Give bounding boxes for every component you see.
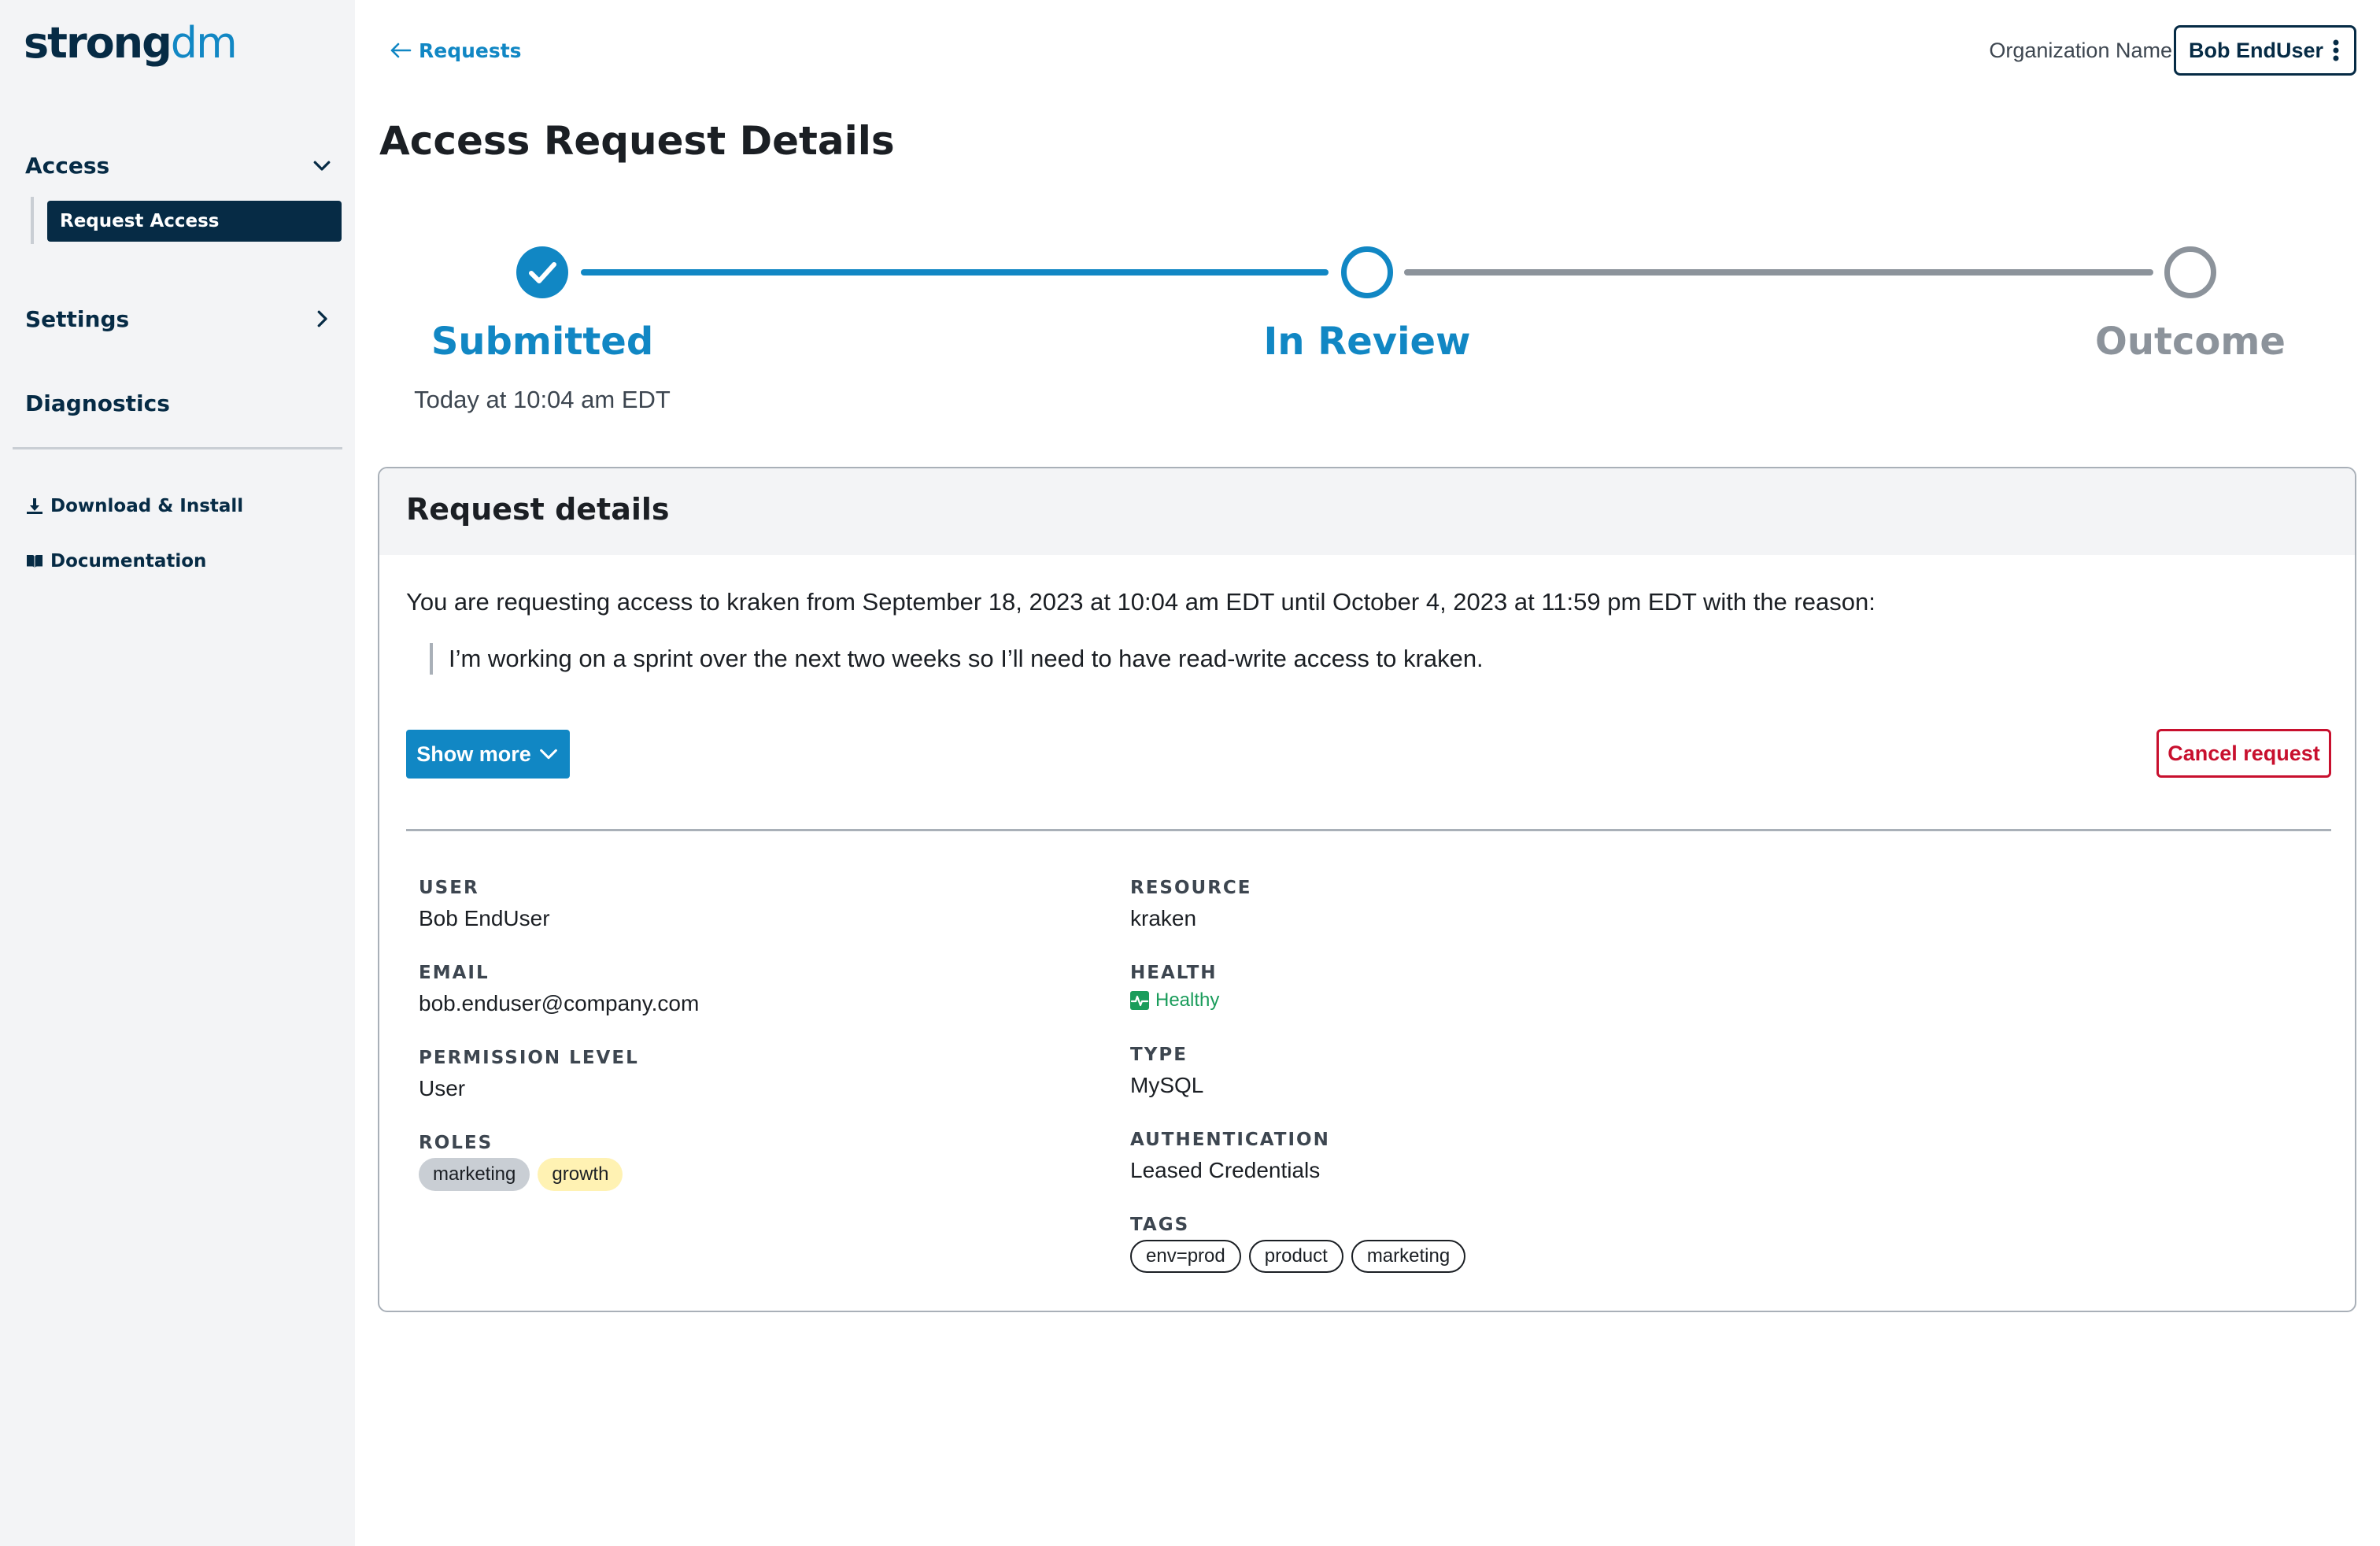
card-title: Request details xyxy=(406,492,670,527)
roles-label: ROLES xyxy=(419,1133,493,1153)
user-name: Bob EndUser xyxy=(2189,38,2324,62)
download-icon xyxy=(27,498,42,514)
back-link-label: Requests xyxy=(419,39,522,62)
card-header: Request details xyxy=(379,468,2355,555)
user-label: USER xyxy=(419,878,479,898)
chevron-down-icon xyxy=(539,749,557,760)
sidebar-item-diagnostics-label: Diagnostics xyxy=(25,390,170,416)
step-pending-icon xyxy=(2164,246,2216,298)
chevron-down-icon xyxy=(313,161,331,171)
tag-pill: product xyxy=(1248,1240,1343,1273)
stepper-line-complete xyxy=(581,269,1329,276)
chevron-right-icon xyxy=(317,310,327,327)
step-label-in-review: In Review xyxy=(1263,320,1471,364)
tag-pill: marketing xyxy=(1351,1240,1466,1273)
step-submitted-time: Today at 10:04 am EDT xyxy=(414,386,671,413)
sidebar-divider xyxy=(13,447,342,449)
tags-label: TAGS xyxy=(1130,1215,1190,1235)
book-icon xyxy=(27,555,42,568)
health-status: Healthy xyxy=(1130,989,1219,1012)
arrow-left-icon xyxy=(390,43,412,58)
health-label: HEALTH xyxy=(1130,963,1218,983)
request-details-card: Request details You are requesting acces… xyxy=(378,467,2356,1312)
sidebar: strongdm Access Request Access Settings … xyxy=(0,0,355,1546)
health-value: Healthy xyxy=(1155,989,1220,1011)
step-current-icon xyxy=(1341,246,1393,298)
roles-list: marketing growth xyxy=(419,1158,630,1191)
request-reason: I’m working on a sprint over the next tw… xyxy=(430,643,1484,675)
type-label: TYPE xyxy=(1130,1045,1188,1065)
permission-level-label: PERMISSION LEVEL xyxy=(419,1048,639,1068)
step-label-outcome: Outcome xyxy=(2095,320,2286,364)
resource-value: kraken xyxy=(1130,906,1197,930)
health-pulse-icon xyxy=(1130,991,1149,1010)
resource-label: RESOURCE xyxy=(1130,878,1252,898)
step-complete-icon xyxy=(516,246,568,298)
email-label: EMAIL xyxy=(419,963,490,983)
card-divider xyxy=(406,829,2331,831)
documentation-label: Documentation xyxy=(50,551,207,571)
permission-level-value: User xyxy=(419,1076,466,1100)
tag-pill: env=prod xyxy=(1130,1240,1241,1273)
subnav-indicator xyxy=(31,197,34,244)
sidebar-item-settings-label: Settings xyxy=(25,305,130,332)
step-label-submitted: Submitted xyxy=(431,320,654,364)
role-pill: marketing xyxy=(419,1158,530,1191)
download-install-link[interactable]: Download & Install xyxy=(25,490,243,522)
cancel-request-button[interactable]: Cancel request xyxy=(2156,729,2331,778)
authentication-value: Leased Credentials xyxy=(1130,1158,1321,1182)
sidebar-item-diagnostics[interactable]: Diagnostics xyxy=(25,381,334,425)
request-summary: You are requesting access to kraken from… xyxy=(406,588,1876,616)
page-title: Access Request Details xyxy=(379,118,895,164)
sidebar-item-access[interactable]: Access xyxy=(25,143,334,187)
organization-name: Organization Name xyxy=(1989,39,2172,62)
download-install-label: Download & Install xyxy=(50,496,244,516)
show-more-label: Show more xyxy=(416,742,531,766)
sidebar-item-request-access[interactable]: Request Access xyxy=(47,201,342,242)
strongdm-logo[interactable]: strongdm xyxy=(24,17,238,69)
more-vertical-icon xyxy=(2333,39,2339,61)
email-value: bob.enduser@company.com xyxy=(419,991,700,1015)
user-menu-button[interactable]: Bob EndUser xyxy=(2174,25,2356,76)
documentation-link[interactable]: Documentation xyxy=(25,546,206,577)
show-more-button[interactable]: Show more xyxy=(406,730,570,779)
back-to-requests-link[interactable]: Requests xyxy=(389,35,522,66)
stepper-line-pending xyxy=(1404,269,2153,276)
tags-list: env=prod product marketing xyxy=(1130,1240,1473,1273)
type-value: MySQL xyxy=(1130,1073,1204,1097)
authentication-label: AUTHENTICATION xyxy=(1130,1130,1330,1150)
user-value: Bob EndUser xyxy=(419,906,550,930)
role-pill: growth xyxy=(538,1158,623,1191)
sidebar-item-settings[interactable]: Settings xyxy=(25,297,334,341)
sidebar-item-access-label: Access xyxy=(25,152,110,179)
